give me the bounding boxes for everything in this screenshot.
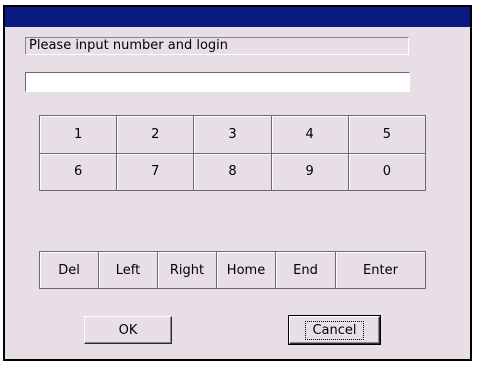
left-button[interactable]: Left: [99, 252, 158, 289]
key-5[interactable]: 5: [348, 116, 426, 154]
end-button[interactable]: End: [276, 252, 336, 289]
key-8[interactable]: 8: [194, 153, 272, 191]
cancel-button-label: Cancel: [305, 320, 364, 340]
key-2[interactable]: 2: [117, 116, 195, 154]
prompt-label: Please input number and login: [25, 37, 409, 55]
cancel-button[interactable]: Cancel: [288, 315, 381, 345]
key-1[interactable]: 1: [40, 116, 118, 154]
number-keypad: 1 2 3 4 5 6 7 8 9 0: [39, 115, 426, 191]
home-button[interactable]: Home: [217, 252, 276, 289]
key-9[interactable]: 9: [271, 153, 349, 191]
number-input[interactable]: [25, 72, 410, 92]
key-6[interactable]: 6: [40, 153, 118, 191]
login-dialog: Please input number and login 1 2 3 4 5 …: [3, 5, 472, 361]
right-button[interactable]: Right: [158, 252, 217, 289]
del-button[interactable]: Del: [40, 252, 99, 289]
enter-button[interactable]: Enter: [336, 252, 426, 289]
ok-button[interactable]: OK: [84, 316, 172, 344]
key-0[interactable]: 0: [348, 153, 426, 191]
key-4[interactable]: 4: [271, 116, 349, 154]
key-3[interactable]: 3: [194, 116, 272, 154]
edit-keys-row: Del Left Right Home End Enter: [39, 251, 426, 289]
ok-button-label: OK: [118, 322, 138, 338]
key-7[interactable]: 7: [117, 153, 195, 191]
title-bar[interactable]: [5, 7, 470, 27]
